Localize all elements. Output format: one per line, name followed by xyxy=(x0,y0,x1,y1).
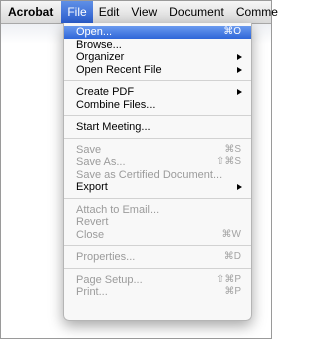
menu-file[interactable]: File xyxy=(61,1,93,23)
menu-item-save-as: Save As... ⇧⌘S xyxy=(76,156,241,168)
menu-separator xyxy=(64,267,251,269)
menu-item-browse[interactable]: Browse... xyxy=(64,39,251,52)
menu-separator xyxy=(64,137,251,139)
menu-edit[interactable]: Edit xyxy=(93,1,126,23)
menu-item-properties: Properties... ⌘D xyxy=(76,251,241,263)
file-menu-dropdown: Open... ⌘O Browse... Organizer Open Rece… xyxy=(63,23,252,321)
shortcut-save: ⌘S xyxy=(224,143,241,155)
menu-comments[interactable]: Comme xyxy=(230,1,284,23)
menu-document[interactable]: Document xyxy=(163,1,230,23)
menu-item-revert: Revert xyxy=(76,216,109,228)
shortcut-open: ⌘O xyxy=(223,26,241,37)
shortcut-print: ⌘P xyxy=(224,286,241,297)
menu-item-organizer[interactable]: Organizer xyxy=(64,51,251,64)
submenu-arrow-icon xyxy=(237,89,242,95)
submenu-arrow-icon xyxy=(237,184,242,190)
menu-item-open[interactable]: Open... ⌘O xyxy=(64,26,251,39)
menu-view[interactable]: View xyxy=(125,1,163,23)
menu-item-open-recent[interactable]: Open Recent File xyxy=(64,64,251,77)
shortcut-page-setup: ⇧⌘P xyxy=(215,273,241,285)
menu-item-save: Save ⌘S xyxy=(76,143,241,156)
menu-acrobat[interactable]: Acrobat xyxy=(1,1,61,23)
menu-item-print: Print... ⌘P xyxy=(76,286,241,298)
menu-item-start-meeting[interactable]: Start Meeting... xyxy=(64,121,251,134)
submenu-arrow-icon xyxy=(237,66,242,73)
menu-item-save-certified: Save as Certified Document... xyxy=(76,168,223,181)
shortcut-save-as: ⇧⌘S xyxy=(215,156,241,167)
menu-separator xyxy=(64,197,251,199)
menu-item-close: Close ⌘W xyxy=(76,228,241,241)
menu-item-page-setup: Page Setup... ⇧⌘P xyxy=(76,273,241,286)
menu-separator xyxy=(64,80,251,81)
shortcut-close: ⌘W xyxy=(221,228,241,240)
menu-bar: Acrobat File Edit View Document Comme xyxy=(1,1,278,24)
shortcut-properties: ⌘D xyxy=(223,251,241,262)
menu-separator xyxy=(64,115,251,116)
menu-item-attach-email: Attach to Email... xyxy=(76,203,160,216)
submenu-arrow-icon xyxy=(237,54,242,60)
menu-item-export[interactable]: Export xyxy=(64,181,251,194)
menu-separator xyxy=(64,245,251,246)
menu-item-create-pdf[interactable]: Create PDF xyxy=(64,86,251,99)
menu-item-combine-files[interactable]: Combine Files... xyxy=(64,99,251,112)
